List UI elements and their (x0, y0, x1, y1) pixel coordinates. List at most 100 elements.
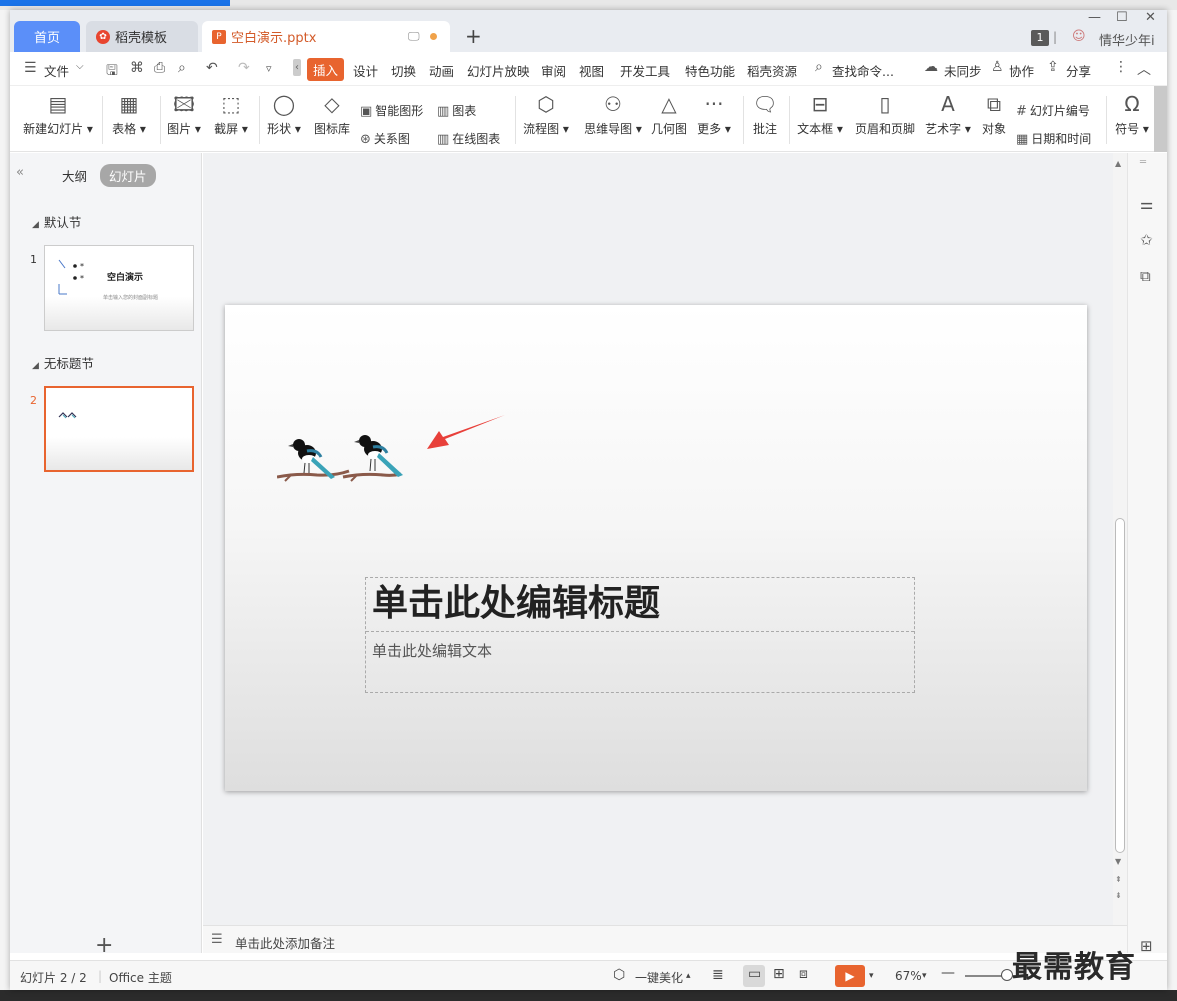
menu-view[interactable]: 视图 (579, 61, 604, 80)
slide-thumbnail-2[interactable] (44, 386, 194, 472)
chevron-down-icon[interactable]: ⌵ (76, 61, 84, 72)
animation-star-icon[interactable]: ✩ (1140, 231, 1153, 249)
tab-document[interactable]: P 空白演示.pptx 🖵 (202, 21, 450, 52)
window-count-badge[interactable]: 1 (1031, 30, 1049, 46)
tab-template[interactable]: ✿ 稻壳模板 (86, 21, 198, 52)
flowchart-button[interactable]: ⬡ 流程图 ▾ (522, 92, 570, 137)
picture-button[interactable]: 🖾 图片 ▾ (166, 92, 202, 137)
minimize-button[interactable]: — (1088, 10, 1101, 25)
command-search[interactable]: 查找命令... (832, 61, 894, 80)
symbol-button[interactable]: Ω 符号 ▾ (1114, 92, 1150, 137)
comment-button[interactable]: 🗨 批注 (750, 92, 780, 137)
print-icon[interactable]: ⎙ (154, 60, 165, 76)
share-icon[interactable]: ⇪ (1047, 59, 1059, 75)
section-collapse-icon[interactable]: ◢ (32, 220, 39, 230)
current-slide[interactable]: 单击此处编辑标题 单击此处编辑文本 (225, 305, 1087, 791)
menu-animation[interactable]: 动画 (429, 61, 454, 80)
new-slide-button[interactable]: ▤ 新建幻灯片 ▾ (22, 92, 94, 137)
scroll-left-icon[interactable]: ‹ (293, 59, 301, 76)
object-button[interactable]: ⧉ 对象 (980, 92, 1008, 137)
notes-bar[interactable]: ☰ 单击此处添加备注 (203, 925, 1127, 953)
sorter-view-icon[interactable]: ⊞ (773, 966, 785, 982)
next-slide-icon[interactable]: ⇟ (1115, 891, 1122, 900)
beautify-button[interactable]: 一键美化 (635, 969, 683, 986)
menu-design[interactable]: 设计 (353, 61, 378, 80)
relation-chart-button[interactable]: ⊛ 关系图 (360, 130, 410, 147)
zoom-menu-icon[interactable]: ▾ (922, 971, 927, 981)
title-placeholder[interactable]: 单击此处编辑标题 (366, 578, 914, 632)
mindmap-button[interactable]: ⚇ 思维导图 ▾ (582, 92, 644, 137)
notes-toggle-icon[interactable]: ≣ (712, 967, 724, 983)
cloud-sync-icon[interactable]: ☁ (924, 59, 938, 75)
menu-transition[interactable]: 切换 (391, 61, 416, 80)
scroll-up-icon[interactable]: ▲ (1115, 159, 1121, 168)
share-button[interactable]: 分享 (1066, 61, 1091, 80)
slide-number-button[interactable]: # 幻灯片编号 (1016, 102, 1090, 119)
customize-qat-icon[interactable]: ▿ (266, 62, 272, 75)
hamburger-icon[interactable]: ☰ (24, 60, 37, 76)
chevron-up-icon[interactable]: ▴ (686, 971, 691, 981)
menu-special[interactable]: 特色功能 (685, 61, 735, 80)
grid-apps-icon[interactable]: ⊞ (1140, 937, 1153, 955)
monitor-icon[interactable]: 🖵 (408, 29, 420, 44)
body-placeholder[interactable]: 单击此处编辑文本 (372, 640, 492, 661)
more-vertical-icon[interactable]: ⋮ (1114, 59, 1128, 75)
slide-thumbnail-1[interactable]: * * 空白演示 单击输入您的封面副标题 (44, 245, 194, 331)
slide-switch-icon[interactable]: ⧉ (1140, 267, 1151, 285)
notes-placeholder[interactable]: 单击此处添加备注 (235, 933, 335, 952)
zoom-out-icon[interactable]: — (941, 965, 955, 981)
redo-icon[interactable]: ↷ (238, 60, 250, 76)
properties-icon[interactable]: ⚌ (1140, 195, 1153, 213)
prev-slide-icon[interactable]: ⇞ (1115, 875, 1122, 884)
section-collapse-icon[interactable]: ◢ (32, 361, 39, 371)
sync-status[interactable]: 未同步 (944, 61, 982, 80)
drag-handle-icon[interactable]: ═ (1140, 157, 1146, 168)
user-avatar-icon[interactable]: ☺ (1072, 29, 1086, 44)
zoom-level[interactable]: 67% (895, 969, 922, 983)
screenshot-button[interactable]: ⬚ 截屏 ▾ (212, 92, 250, 137)
add-slide-button[interactable]: + (95, 933, 113, 958)
new-tab-button[interactable]: + (465, 24, 482, 48)
magpie-birds-image[interactable] (277, 429, 417, 489)
tab-slides[interactable]: 幻灯片 (100, 164, 156, 187)
save-icon[interactable]: 🖫 (106, 60, 118, 84)
beautify-icon[interactable]: ⬡ (613, 967, 625, 983)
tab-outline[interactable]: 大纲 (62, 166, 87, 185)
undo-icon[interactable]: ↶ (206, 60, 218, 76)
tab-home[interactable]: 首页 (14, 21, 80, 52)
collab-user-icon[interactable]: ♙ (991, 59, 1004, 75)
format-painter-icon[interactable]: ⌘ (130, 60, 144, 76)
scrollbar-thumb[interactable] (1115, 518, 1125, 853)
search-icon[interactable]: ⌕ (815, 59, 823, 75)
wordart-button[interactable]: A 艺术字 ▾ (924, 92, 972, 137)
menu-developer[interactable]: 开发工具 (620, 61, 670, 80)
print-preview-icon[interactable]: ⌕ (178, 60, 186, 76)
menu-slideshow[interactable]: 幻灯片放映 (467, 61, 530, 80)
shape-button[interactable]: ◯ 形状 ▾ (266, 92, 302, 137)
collapse-panel-icon[interactable]: « (16, 165, 24, 180)
restore-button[interactable]: ☐ (1116, 10, 1128, 25)
section-untitled[interactable]: ◢ 无标题节 (32, 353, 94, 372)
ribbon-scroll[interactable] (1154, 86, 1167, 152)
scroll-down-icon[interactable]: ▼ (1115, 857, 1121, 866)
textbox-button[interactable]: ⊟ 文本框 ▾ (796, 92, 844, 137)
menu-review[interactable]: 审阅 (541, 61, 566, 80)
collab-button[interactable]: 协作 (1009, 61, 1034, 80)
theme-name[interactable]: Office 主题 (109, 969, 172, 986)
chart-button[interactable]: ▥ 图表 (437, 102, 476, 119)
header-footer-button[interactable]: ▯ 页眉和页脚 (854, 92, 916, 137)
menu-insert[interactable]: 插入 (307, 58, 345, 81)
menu-file[interactable]: 文件 (44, 61, 69, 80)
text-placeholder-box[interactable]: 单击此处编辑标题 单击此处编辑文本 (365, 577, 915, 693)
reading-view-icon[interactable]: ⧈ (799, 966, 808, 982)
icon-library-button[interactable]: ◇ 图标库 (312, 92, 352, 137)
datetime-button[interactable]: ▦ 日期和时间 (1016, 130, 1091, 147)
play-options-icon[interactable]: ▾ (869, 971, 874, 981)
section-default[interactable]: ◢ 默认节 (32, 212, 81, 231)
normal-view-icon[interactable]: ▭ (748, 966, 761, 982)
menu-daoke-resources[interactable]: 稻壳资源 (747, 61, 797, 80)
close-button[interactable]: ✕ (1145, 10, 1156, 25)
canvas-scrollbar[interactable]: ▲ ▼ ⇞ ⇟ (1113, 153, 1127, 925)
table-button[interactable]: ▦ 表格 ▾ (110, 92, 148, 137)
more-button[interactable]: ··· 更多 ▾ (696, 92, 732, 137)
